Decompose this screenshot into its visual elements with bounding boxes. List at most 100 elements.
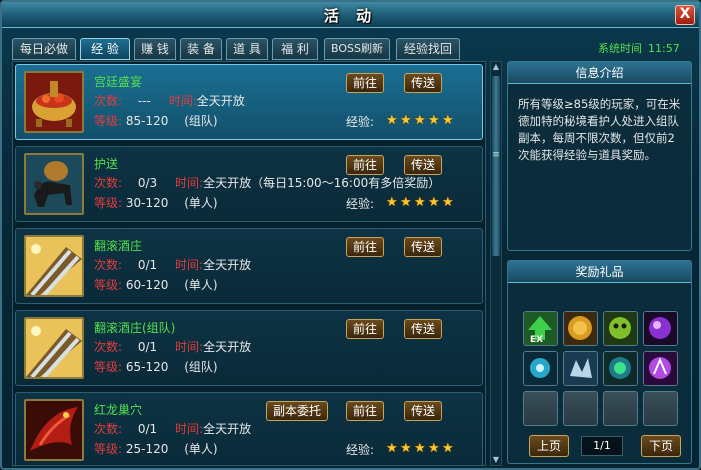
tab-welfare[interactable]: 福 利 bbox=[272, 38, 318, 60]
time-label: 时间: bbox=[175, 340, 204, 354]
star-icon: ★ bbox=[400, 195, 412, 210]
activity-name: 宫廷盛宴 bbox=[94, 75, 143, 89]
level-label: 等级: bbox=[94, 196, 123, 210]
exp-arrow-icon[interactable]: EX bbox=[523, 311, 558, 346]
star-icon: ★ bbox=[386, 441, 398, 456]
tab-boss-refresh[interactable]: BOSS刷新 bbox=[324, 38, 390, 60]
star-icon: ★ bbox=[428, 441, 440, 456]
system-time-value: 11:57 bbox=[648, 42, 680, 55]
goto-button[interactable]: 前往 bbox=[346, 73, 384, 93]
goto-button[interactable]: 前往 bbox=[346, 401, 384, 421]
wine-barrel-icon bbox=[24, 317, 84, 379]
level-value: 65-120 bbox=[125, 360, 169, 374]
close-button[interactable]: X bbox=[675, 5, 695, 25]
teleport-button[interactable]: 传送 bbox=[404, 319, 442, 339]
info-text: 所有等级≥85级的玩家，可在米德加特的秘境看护人处进入组队副本，每周不限次数，但… bbox=[518, 97, 681, 162]
count-value: --- bbox=[137, 94, 151, 108]
teleport-button[interactable]: 传送 bbox=[404, 401, 442, 421]
exp-rating: ★ ★ ★ ★ ★ bbox=[386, 441, 456, 456]
empty-reward-slot bbox=[563, 391, 598, 426]
reward-panel-title: 奖励礼品 bbox=[508, 261, 691, 283]
star-icon: ★ bbox=[386, 113, 398, 128]
star-icon: ★ bbox=[428, 195, 440, 210]
mode-value: (单人) bbox=[184, 442, 218, 456]
mode-value: (组队) bbox=[184, 360, 218, 374]
level-label: 等级: bbox=[94, 114, 123, 128]
violet-sigil-icon[interactable] bbox=[643, 351, 678, 386]
green-rune-icon[interactable] bbox=[603, 351, 638, 386]
count-value: 0/1 bbox=[137, 258, 158, 272]
level-label: 等级: bbox=[94, 278, 123, 292]
prev-page-button[interactable]: 上页 bbox=[529, 435, 569, 457]
exp-label: 经验: bbox=[346, 115, 375, 129]
goto-button[interactable]: 前往 bbox=[346, 155, 384, 175]
star-icon: ★ bbox=[414, 195, 426, 210]
list-scrollbar[interactable]: ▲ ≡ ▼ bbox=[490, 61, 502, 466]
activity-row[interactable]: 护送 次数: 0/3 时间:全天开放（每日15:00～16:00有多倍奖励） 等… bbox=[15, 146, 483, 222]
goto-button[interactable]: 前往 bbox=[346, 237, 384, 257]
red-dragon-icon bbox=[24, 399, 84, 461]
level-label: 等级: bbox=[94, 442, 123, 456]
mode-value: (单人) bbox=[184, 278, 218, 292]
star-icon: ★ bbox=[442, 113, 454, 128]
activity-row[interactable]: 红龙巢穴 次数: 0/1 时间:全天开放 等级: 25-120 (单人) 副本委… bbox=[15, 392, 483, 465]
teleport-button[interactable]: 传送 bbox=[404, 237, 442, 257]
time-value: 全天开放（每日15:00～16:00有多倍奖励） bbox=[203, 176, 441, 190]
count-value: 0/1 bbox=[137, 422, 158, 436]
scroll-thumb[interactable] bbox=[492, 76, 500, 256]
count-label: 次数: bbox=[94, 422, 123, 436]
level-value: 25-120 bbox=[125, 442, 169, 456]
time-value: 全天开放 bbox=[203, 422, 252, 436]
tab-daily[interactable]: 每日必做 bbox=[12, 38, 76, 60]
star-icon: ★ bbox=[414, 441, 426, 456]
silver-crystal-icon[interactable] bbox=[563, 351, 598, 386]
activity-row[interactable]: 翻滚酒庄(组队) 次数: 0/1 时间:全天开放 等级: 65-120 (组队)… bbox=[15, 310, 483, 386]
count-label: 次数: bbox=[94, 340, 123, 354]
activity-name: 翻滚酒庄(组队) bbox=[94, 321, 176, 335]
tab-money[interactable]: 赚 钱 bbox=[134, 38, 176, 60]
scroll-down-icon[interactable]: ▼ bbox=[491, 455, 501, 465]
count-label: 次数: bbox=[94, 258, 123, 272]
tab-experience[interactable]: 经 验 bbox=[80, 38, 130, 60]
empty-reward-slot bbox=[643, 391, 678, 426]
star-icon: ★ bbox=[442, 195, 454, 210]
star-icon: ★ bbox=[414, 113, 426, 128]
teleport-button[interactable]: 传送 bbox=[404, 155, 442, 175]
activity-name: 翻滚酒庄 bbox=[94, 239, 143, 253]
time-label: 时间: bbox=[175, 258, 204, 272]
activity-row[interactable]: 宫廷盛宴 次数: --- 时间:全天开放 等级: 85-120 (组队) 前往 … bbox=[15, 64, 483, 140]
time-value: 全天开放 bbox=[203, 340, 252, 354]
svg-text:EX: EX bbox=[530, 335, 543, 345]
page-indicator: 1/1 bbox=[581, 436, 623, 456]
empty-reward-slot bbox=[603, 391, 638, 426]
title-bar[interactable]: 活 动 X bbox=[2, 2, 699, 28]
count-label: 次数: bbox=[94, 176, 123, 190]
system-time: 系统时间 11:57 bbox=[598, 40, 686, 56]
teleport-button[interactable]: 传送 bbox=[404, 73, 442, 93]
star-icon: ★ bbox=[400, 441, 412, 456]
exp-label: 经验: bbox=[346, 443, 375, 457]
empty-reward-slot bbox=[523, 391, 558, 426]
level-value: 30-120 bbox=[125, 196, 169, 210]
green-skull-icon[interactable] bbox=[603, 311, 638, 346]
info-panel-title: 信息介绍 bbox=[508, 62, 691, 84]
tab-equipment[interactable]: 装 备 bbox=[180, 38, 222, 60]
count-value: 0/1 bbox=[137, 340, 158, 354]
tab-exp-recovery[interactable]: 经验找回 bbox=[396, 38, 460, 60]
next-page-button[interactable]: 下页 bbox=[641, 435, 681, 457]
blue-gem-icon[interactable] bbox=[523, 351, 558, 386]
level-value: 85-120 bbox=[125, 114, 169, 128]
purple-orb-icon[interactable] bbox=[643, 311, 678, 346]
mode-value: (单人) bbox=[184, 196, 218, 210]
horse-cart-icon bbox=[24, 153, 84, 215]
exp-rating: ★ ★ ★ ★ ★ bbox=[386, 195, 456, 210]
gold-coin-icon[interactable] bbox=[563, 311, 598, 346]
delegate-dungeon-button[interactable]: 副本委托 bbox=[266, 401, 328, 421]
reward-panel: 奖励礼品 EX 上页 1/1 下页 bbox=[507, 260, 692, 464]
tab-items[interactable]: 道 具 bbox=[226, 38, 268, 60]
scroll-up-icon[interactable]: ▲ bbox=[491, 62, 501, 72]
exp-rating: ★ ★ ★ ★ ★ bbox=[386, 113, 456, 128]
mode-value: (组队) bbox=[184, 114, 218, 128]
goto-button[interactable]: 前往 bbox=[346, 319, 384, 339]
activity-row[interactable]: 翻滚酒庄 次数: 0/1 时间:全天开放 等级: 60-120 (单人) 前往 … bbox=[15, 228, 483, 304]
